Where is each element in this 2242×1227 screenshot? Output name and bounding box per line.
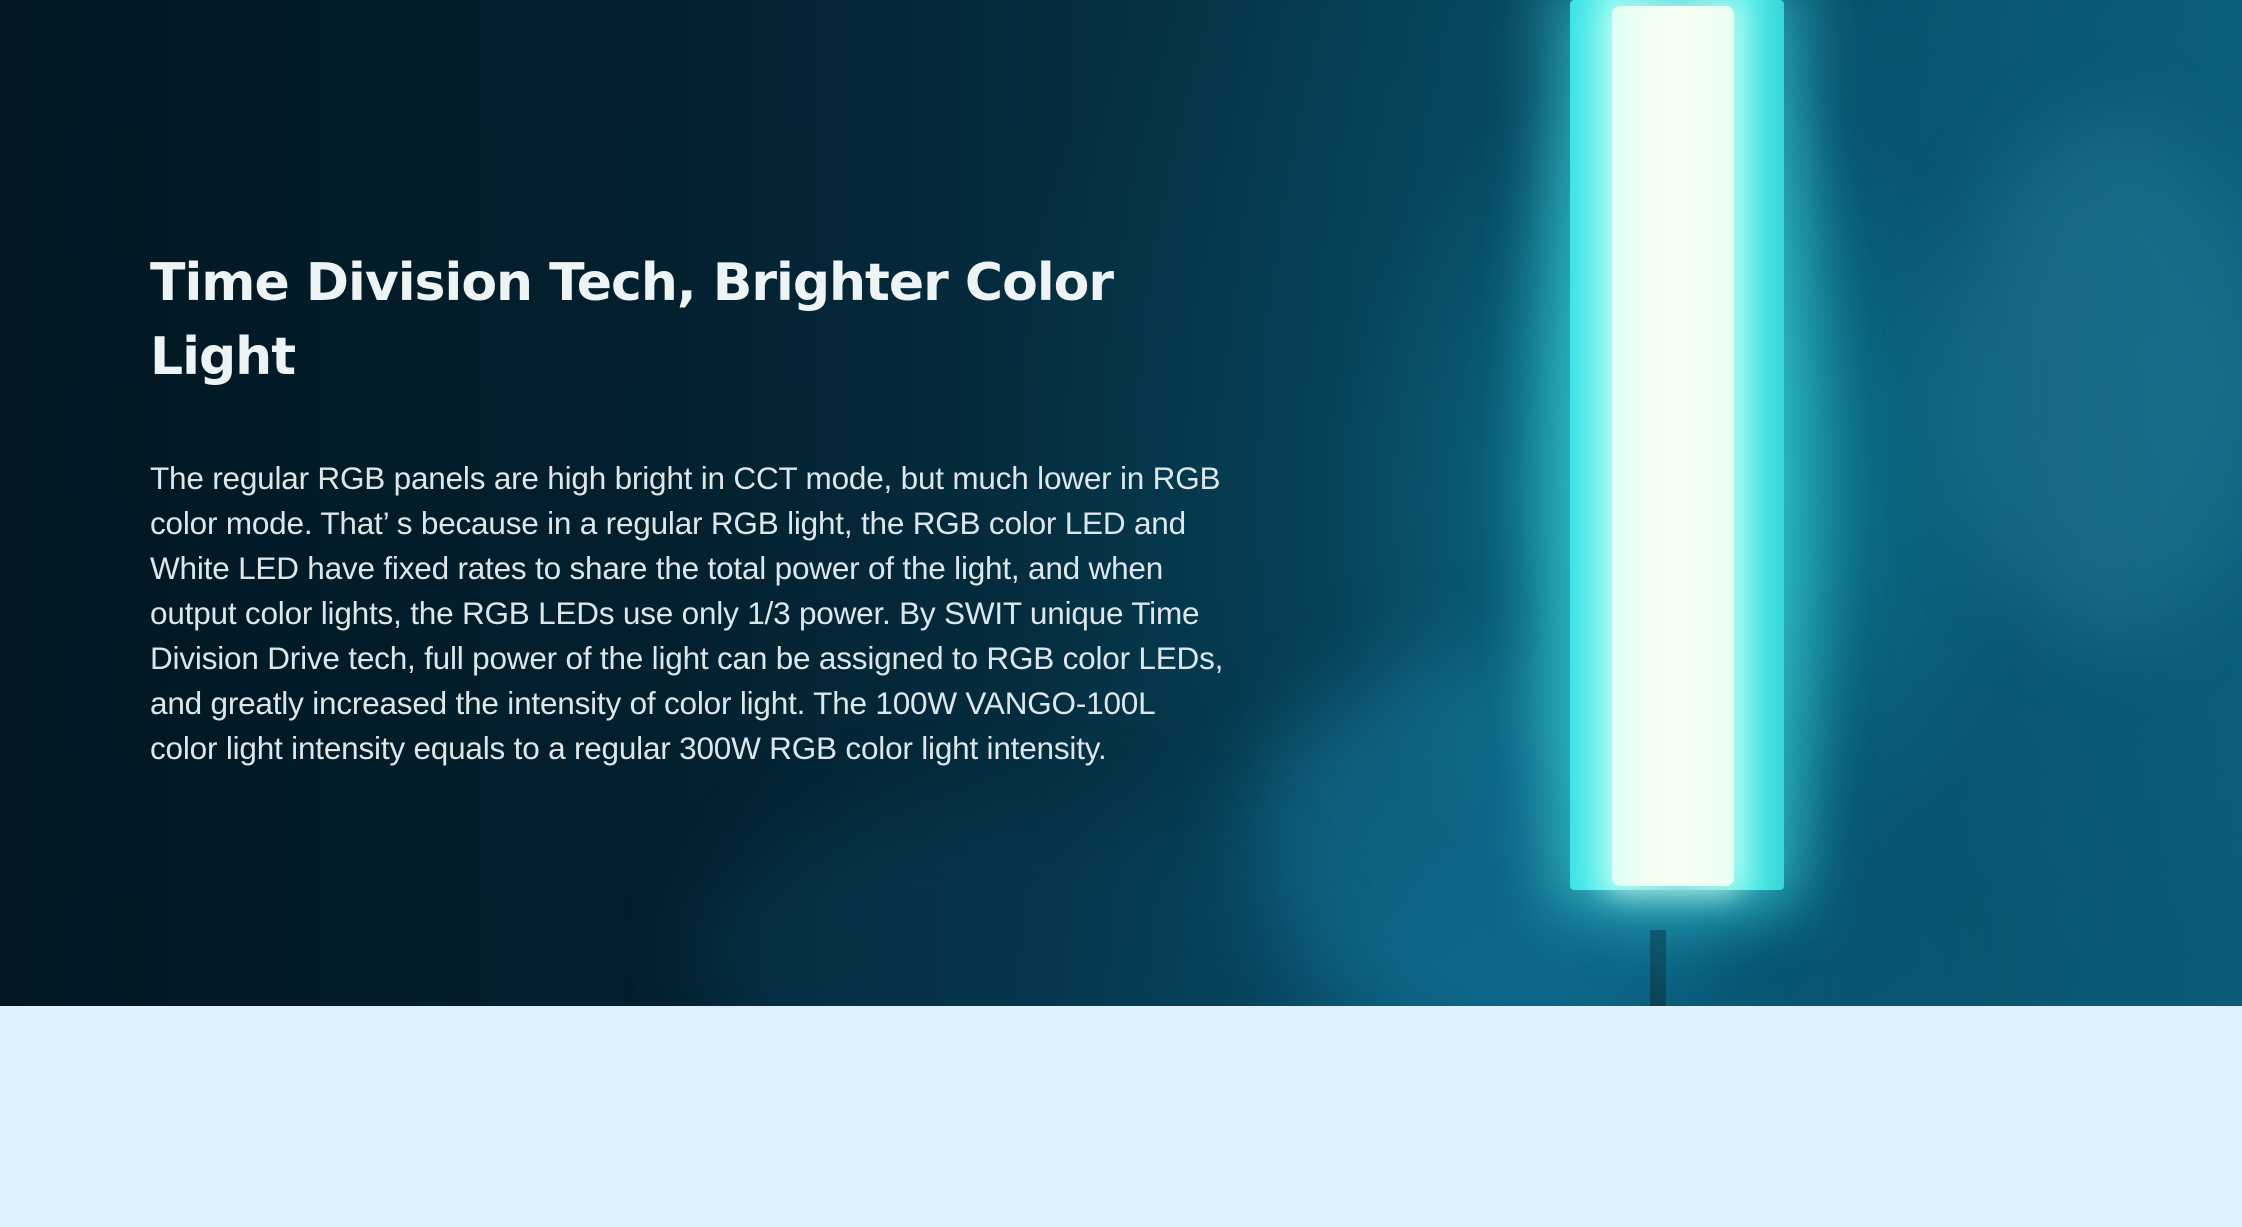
hero-description: The regular RGB panels are high bright i… xyxy=(150,460,1224,766)
hero-content: Time Division Tech, Brighter Color Light… xyxy=(150,246,1230,771)
smoke-effect xyxy=(700,800,1300,1006)
smoke-effect xyxy=(1950,120,2242,640)
hero-headline: Time Division Tech, Brighter Color Light xyxy=(150,253,1114,387)
lower-section xyxy=(0,1006,2242,1227)
hero-banner: Time Division Tech, Brighter Color Light… xyxy=(0,0,2242,1006)
tube-light-icon xyxy=(1612,6,1734,886)
tube-light-stand xyxy=(1650,930,1666,1006)
